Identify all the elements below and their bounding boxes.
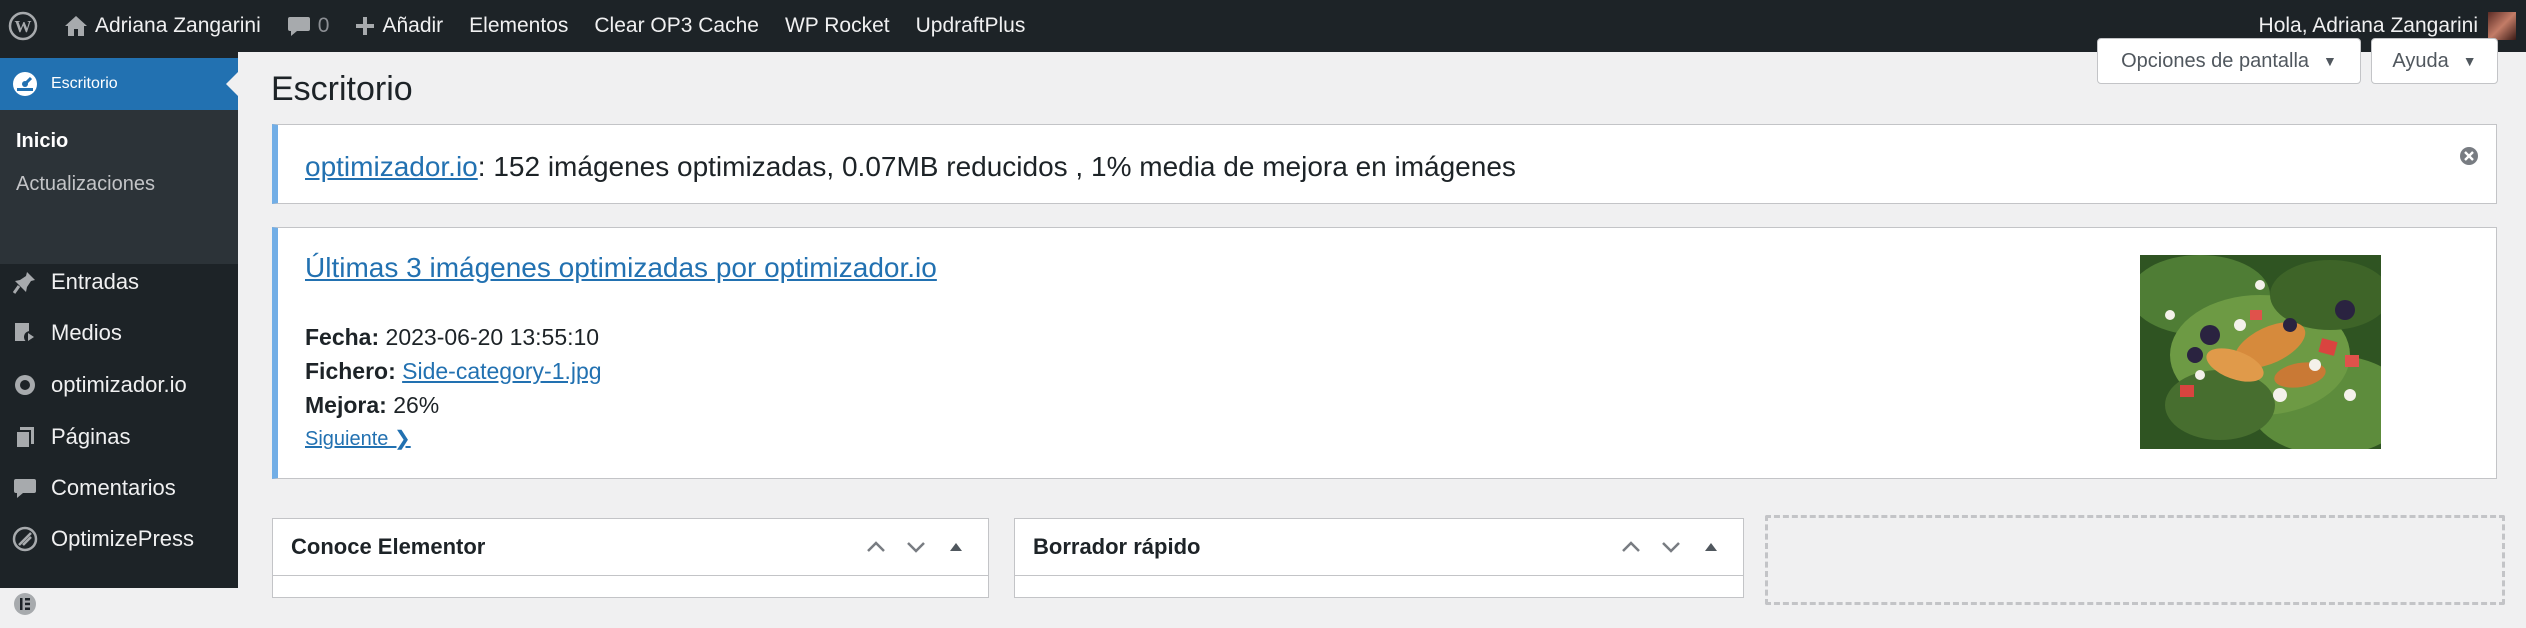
date-line: Fecha: 2023-06-20 13:55:10 bbox=[305, 324, 599, 351]
move-down-icon[interactable] bbox=[896, 527, 936, 567]
avatar bbox=[2488, 12, 2516, 40]
menu-label: Escritorio bbox=[51, 75, 118, 92]
postbox-title: Borrador rápido bbox=[1033, 534, 1201, 559]
dashboard-icon bbox=[11, 70, 39, 98]
file-label: Fichero: bbox=[305, 358, 396, 384]
submenu-inicio[interactable]: Inicio bbox=[16, 130, 68, 153]
comments-icon bbox=[11, 474, 39, 502]
new-label: Añadir bbox=[382, 14, 444, 37]
move-up-icon[interactable] bbox=[856, 527, 896, 567]
comment-bubble-icon bbox=[287, 15, 311, 37]
svg-text:W: W bbox=[15, 17, 32, 36]
menu-label: Entradas bbox=[51, 269, 140, 294]
postbox-conoce-elementor: Conoce Elementor bbox=[272, 518, 989, 598]
screen-options-label: Opciones de pantalla bbox=[2121, 49, 2310, 72]
caret-down-icon: ▼ bbox=[2323, 53, 2337, 69]
menu-item-optimizador[interactable]: optimizador.io bbox=[0, 361, 238, 409]
screen-options-button[interactable]: Opciones de pantalla ▼ bbox=[2097, 38, 2361, 84]
page-title: Escritorio bbox=[271, 70, 413, 108]
menu-item-optimizepress[interactable]: OptimizePress bbox=[0, 515, 238, 563]
adminbar-clear-op3-cache[interactable]: Clear OP3 Cache bbox=[581, 0, 772, 52]
adminbar-wp-rocket[interactable]: WP Rocket bbox=[772, 0, 903, 52]
menu-item-escritorio[interactable]: Escritorio bbox=[0, 58, 238, 110]
menu-label: Páginas bbox=[51, 424, 131, 449]
move-down-icon[interactable] bbox=[1651, 527, 1691, 567]
wordpress-logo-icon[interactable]: W bbox=[0, 0, 51, 52]
my-account[interactable]: Hola, Adriana Zangarini bbox=[2259, 12, 2526, 40]
salad-thumbnail bbox=[2140, 255, 2381, 449]
help-label: Ayuda bbox=[2392, 49, 2449, 72]
menu-item-entradas[interactable]: Entradas bbox=[0, 258, 238, 306]
help-button[interactable]: Ayuda ▼ bbox=[2371, 38, 2498, 84]
site-name-link[interactable]: Adriana Zangarini bbox=[51, 0, 274, 52]
menu-label: Medios bbox=[51, 320, 122, 345]
menu-item-paginas[interactable]: Páginas bbox=[0, 413, 238, 461]
improvement-label: Mejora: bbox=[305, 392, 387, 418]
move-up-icon[interactable] bbox=[1611, 527, 1651, 567]
adminbar-elementos[interactable]: Elementos bbox=[456, 0, 581, 52]
notice-stats-text: : 152 imágenes optimizadas, 0.07MB reduc… bbox=[477, 151, 1516, 182]
home-icon bbox=[64, 15, 88, 37]
improvement-line: Mejora: 26% bbox=[305, 392, 439, 419]
site-name: Adriana Zangarini bbox=[95, 14, 261, 37]
optimizer-stats-notice: optimizador.io: 152 imágenes optimizadas… bbox=[272, 124, 2497, 204]
optimizepress-icon bbox=[11, 525, 39, 553]
date-label: Fecha: bbox=[305, 324, 380, 350]
caret-down-icon: ▼ bbox=[2462, 53, 2477, 69]
menu-label: Elementor bbox=[51, 591, 152, 616]
postbox-actions bbox=[856, 527, 976, 567]
greeting: Hola, Adriana Zangarini bbox=[2258, 14, 2478, 37]
toggle-panel-icon[interactable] bbox=[1691, 527, 1731, 567]
postbox-actions bbox=[1611, 527, 1731, 567]
date-value: 2023-06-20 13:55:10 bbox=[385, 324, 600, 350]
comments-count: 0 bbox=[317, 14, 330, 37]
menu-label: optimizador.io bbox=[51, 372, 187, 397]
optimizer-link[interactable]: optimizador.io bbox=[305, 151, 478, 182]
menu-item-comentarios[interactable]: Comentarios bbox=[0, 464, 238, 512]
notice-text: optimizador.io: 152 imágenes optimizadas… bbox=[305, 151, 1516, 183]
postbox-header: Borrador rápido bbox=[1015, 519, 1743, 576]
latest-optimized-title-link[interactable]: Últimas 3 imágenes optimizadas por optim… bbox=[305, 252, 937, 284]
elementor-icon bbox=[11, 590, 39, 618]
postbox-title: Conoce Elementor bbox=[291, 534, 486, 559]
file-line: Fichero: Side-category-1.jpg bbox=[305, 358, 602, 385]
plus-icon bbox=[355, 16, 375, 36]
improvement-value: 26% bbox=[393, 392, 440, 418]
next-link[interactable]: Siguiente ❯ bbox=[305, 426, 411, 451]
empty-widget-dropzone[interactable] bbox=[1765, 515, 2505, 605]
latest-optimized-notice: Últimas 3 imágenes optimizadas por optim… bbox=[272, 227, 2497, 479]
menu-label: Comentarios bbox=[51, 475, 176, 500]
new-content-link[interactable]: Añadir bbox=[342, 0, 456, 52]
file-link[interactable]: Side-category-1.jpg bbox=[402, 358, 601, 384]
dashboard-submenu: Inicio Actualizaciones bbox=[0, 110, 238, 264]
media-icon bbox=[11, 319, 39, 347]
comments-link[interactable]: 0 bbox=[274, 0, 343, 52]
pin-icon bbox=[11, 268, 39, 296]
adminbar-updraftplus[interactable]: UpdraftPlus bbox=[903, 0, 1039, 52]
menu-item-medios[interactable]: Medios bbox=[0, 309, 238, 357]
optimizer-icon bbox=[11, 371, 39, 399]
postbox-header: Conoce Elementor bbox=[273, 519, 988, 576]
admin-sidebar: Escritorio Inicio Actualizaciones Entrad… bbox=[0, 52, 238, 616]
menu-item-elementor[interactable]: Elementor bbox=[0, 580, 238, 628]
submenu-actualizaciones[interactable]: Actualizaciones bbox=[16, 173, 155, 196]
menu-label: OptimizePress bbox=[51, 526, 195, 551]
dismiss-icon[interactable] bbox=[2459, 146, 2479, 166]
toggle-panel-icon[interactable] bbox=[936, 527, 976, 567]
pages-icon bbox=[11, 423, 39, 451]
postbox-borrador-rapido: Borrador rápido bbox=[1014, 518, 1744, 598]
